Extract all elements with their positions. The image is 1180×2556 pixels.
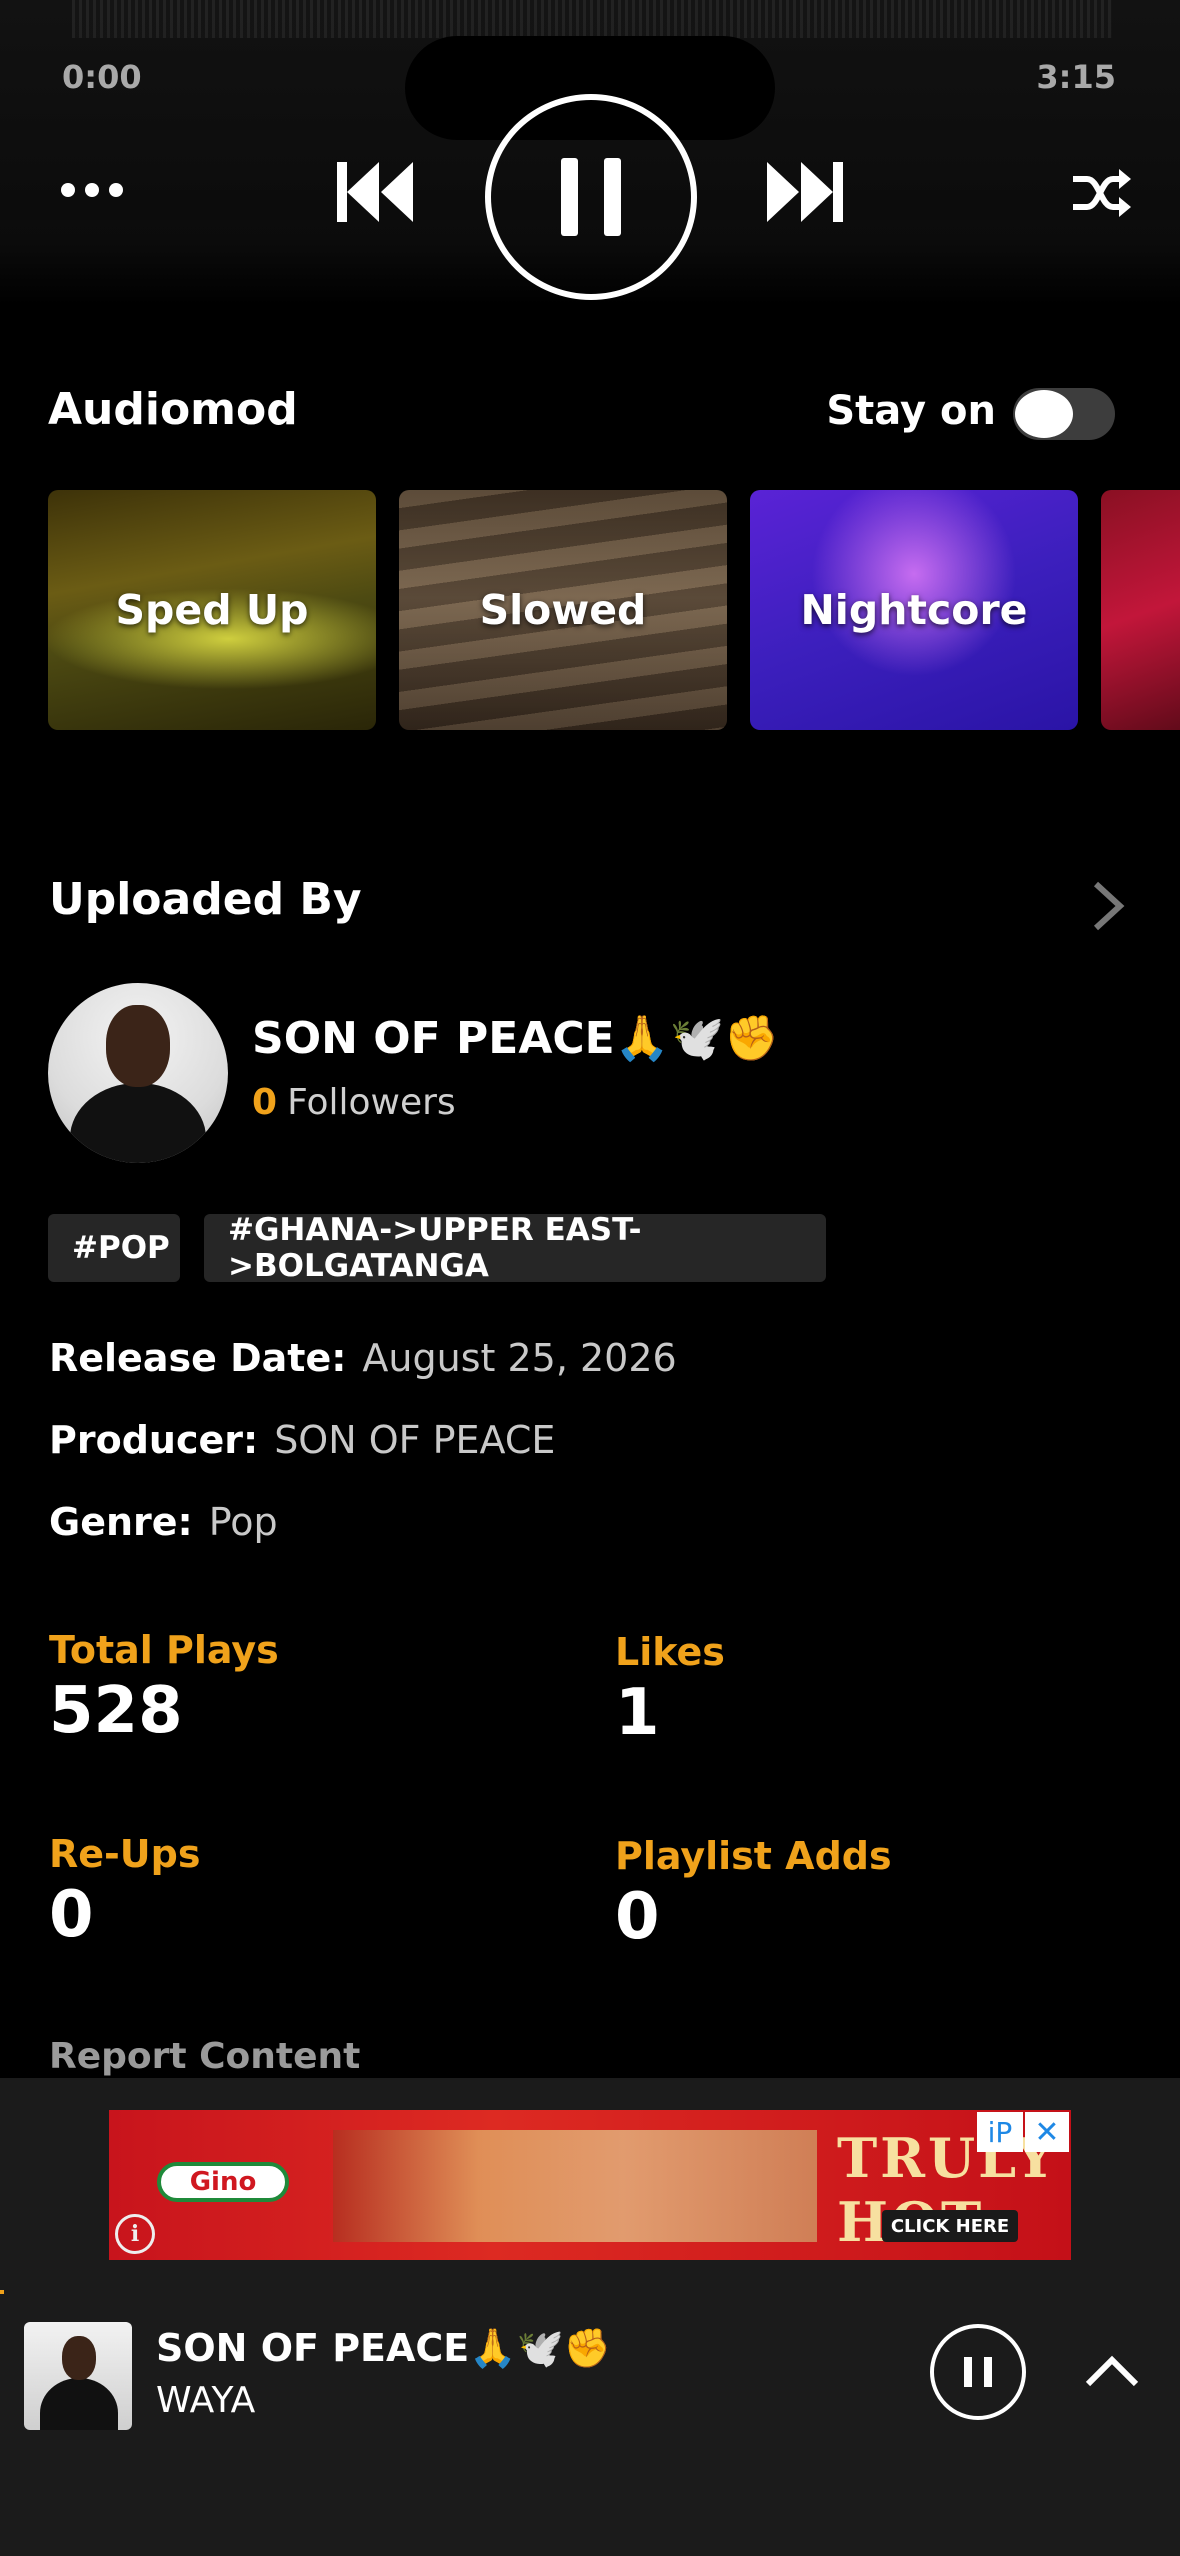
ad-product-image	[333, 2130, 817, 2242]
artist-name[interactable]: SON OF PEACE🙏🕊️✊	[252, 1012, 779, 1064]
likes-stat: Likes 1	[615, 1630, 725, 1750]
player-controls-panel: 0:00 3:15	[0, 0, 1180, 305]
stat-label: Playlist Adds	[615, 1834, 892, 1878]
mini-player-subtitle: WAYA	[156, 2380, 256, 2421]
ad-cta-button[interactable]: CLICK HERE	[882, 2210, 1018, 2242]
dot-icon	[109, 183, 123, 197]
ad-info-icon[interactable]: i	[115, 2214, 155, 2254]
stat-label: Likes	[615, 1630, 725, 1674]
chevron-right-icon[interactable]	[1090, 880, 1126, 932]
ad-close-icon[interactable]: ✕	[1025, 2112, 1069, 2152]
audiomod-slowed-card[interactable]: Slowed	[399, 490, 727, 730]
artist-avatar[interactable]	[48, 983, 228, 1163]
waveform-scrubber[interactable]	[72, 0, 1112, 38]
uploaded-by-title: Uploaded By	[49, 874, 362, 925]
total-plays-stat: Total Plays 528	[49, 1628, 279, 1748]
ad-banner[interactable]: Gino TRULY HOT CLICK HERE i iP ✕	[109, 2110, 1071, 2260]
followers-label: Followers	[287, 1082, 456, 1123]
pause-icon	[984, 2357, 992, 2387]
audiomod-card-label: Sped Up	[115, 586, 309, 634]
release-date-value: August 25, 2026	[362, 1336, 677, 1380]
stay-on-label: Stay on	[826, 388, 996, 434]
audiomod-nightcore-card[interactable]: Nightcore	[750, 490, 1078, 730]
genre-row: Genre: Pop	[49, 1500, 278, 1544]
audiomod-card-label: Nightcore	[800, 586, 1028, 634]
genre-label: Genre:	[49, 1500, 193, 1544]
dot-icon	[85, 183, 99, 197]
followers-info: 0 Followers	[252, 1082, 456, 1123]
audiomod-card-label: Slowed	[479, 586, 647, 634]
song-detail-screen: 0:00 3:15 Audiomod Stay on Sped Up Slowe…	[0, 0, 1180, 2556]
producer-row: Producer: SON OF PEACE	[49, 1418, 555, 1462]
tag-chip[interactable]: #POP	[48, 1214, 180, 1282]
followers-count: 0	[252, 1082, 278, 1123]
producer-value: SON OF PEACE	[274, 1418, 556, 1462]
stat-value: 528	[49, 1674, 183, 1748]
chevron-up-icon[interactable]	[1082, 2348, 1142, 2392]
audiomod-title: Audiomod	[48, 384, 298, 435]
audiomod-card-partial[interactable]	[1101, 490, 1180, 730]
stat-value: 1	[615, 1676, 660, 1750]
total-duration: 3:15	[1036, 58, 1116, 96]
shuffle-button[interactable]	[1066, 160, 1136, 226]
skip-forward-icon	[767, 162, 843, 222]
dot-icon	[61, 183, 75, 197]
stat-value: 0	[615, 1880, 660, 1954]
pause-icon	[604, 158, 621, 236]
ad-ip-badge[interactable]: iP	[977, 2112, 1023, 2152]
release-date-label: Release Date:	[49, 1336, 347, 1380]
stat-label: Re-Ups	[49, 1832, 201, 1876]
more-options-button[interactable]	[52, 160, 132, 220]
reups-stat: Re-Ups 0	[49, 1832, 200, 1952]
mini-player-artwork[interactable]	[24, 2322, 132, 2430]
release-date-row: Release Date: August 25, 2026	[49, 1336, 677, 1380]
stat-label: Total Plays	[49, 1628, 279, 1672]
producer-label: Producer:	[49, 1418, 259, 1462]
stay-on-toggle[interactable]	[1013, 388, 1115, 440]
stat-value: 0	[49, 1878, 94, 1952]
skip-back-icon	[337, 162, 413, 222]
shuffle-icon	[1073, 169, 1131, 217]
tag-chip[interactable]: #GHANA->UPPER EAST->BOLGATANGA	[204, 1212, 826, 1284]
mini-progress-indicator	[0, 2290, 4, 2294]
elapsed-time: 0:00	[62, 58, 142, 96]
genre-value: Pop	[208, 1500, 278, 1544]
toggle-knob	[1015, 390, 1073, 438]
mini-player-title[interactable]: SON OF PEACE🙏🕊️✊	[156, 2326, 611, 2371]
pause-icon	[964, 2357, 972, 2387]
ad-brand-logo: Gino	[157, 2162, 289, 2202]
pause-button[interactable]	[485, 94, 697, 300]
previous-track-button[interactable]	[330, 152, 420, 232]
next-track-button[interactable]	[760, 152, 850, 232]
playlist-adds-stat: Playlist Adds 0	[615, 1834, 892, 1954]
mini-pause-button[interactable]	[930, 2324, 1026, 2420]
audiomod-sped-up-card[interactable]: Sped Up	[48, 490, 376, 730]
report-content-link[interactable]: Report Content	[49, 2036, 360, 2077]
pause-icon	[561, 158, 578, 236]
